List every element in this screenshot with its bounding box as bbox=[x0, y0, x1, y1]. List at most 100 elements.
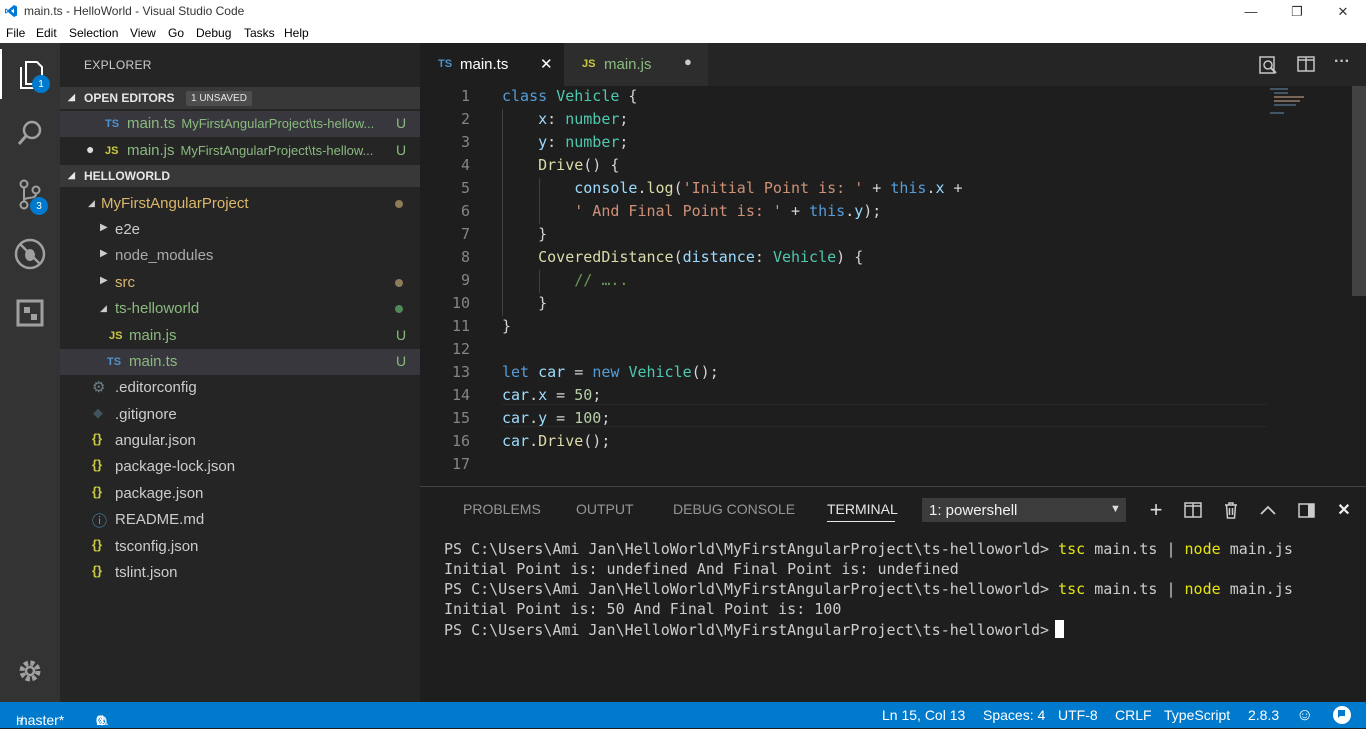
line-number: 2 bbox=[460, 110, 470, 128]
terminal-prompt: PS C:\Users\Ami Jan\HelloWorld\MyFirstAn… bbox=[444, 621, 1050, 639]
tree-item-label: e2e bbox=[115, 221, 141, 238]
close-window-icon[interactable]: ✕ bbox=[1320, 0, 1366, 23]
tree-item-label: tslint.json bbox=[115, 564, 178, 581]
terminal-output: Initial Point is: 50 And Final Point is:… bbox=[444, 600, 842, 618]
line-number: 7 bbox=[460, 225, 470, 243]
tab-problems[interactable]: PROBLEMS bbox=[463, 501, 541, 517]
workspace-label: HELLOWORLD bbox=[84, 169, 170, 183]
indentation[interactable]: Spaces: 4 bbox=[983, 707, 1045, 723]
tree-item-label: main.js bbox=[129, 327, 177, 344]
notifications-icon[interactable] bbox=[1332, 705, 1352, 728]
typescript-file-icon: TS bbox=[438, 58, 453, 70]
terminal-select[interactable]: 1: powershell ▼ bbox=[922, 498, 1126, 522]
workspace-header[interactable]: ◢ HELLOWORLD bbox=[60, 165, 420, 187]
search-activity[interactable] bbox=[0, 108, 60, 158]
tree-item-file[interactable]: ⓘ README.md bbox=[60, 507, 420, 533]
split-terminal-icon[interactable] bbox=[1182, 499, 1204, 521]
menu-file[interactable]: File bbox=[6, 26, 25, 40]
scrollbar-thumb[interactable] bbox=[1352, 86, 1366, 296]
tree-item-folder[interactable]: ◢ ts-helloworld bbox=[60, 296, 420, 322]
language-mode[interactable]: TypeScript bbox=[1164, 707, 1230, 723]
tree-item-file[interactable]: {} tsconfig.json bbox=[60, 534, 420, 560]
menu-tasks[interactable]: Tasks bbox=[244, 26, 275, 40]
cursor-position[interactable]: Ln 15, Col 13 bbox=[882, 707, 965, 723]
new-terminal-icon[interactable]: + bbox=[1145, 497, 1167, 522]
close-tab-icon[interactable]: ✕ bbox=[540, 55, 553, 73]
line-number: 17 bbox=[451, 455, 470, 473]
terminal-line[interactable]: PS C:\Users\Ami Jan\HelloWorld\MyFirstAn… bbox=[444, 620, 1065, 639]
tree-item-file[interactable]: {} tslint.json bbox=[60, 560, 420, 586]
terminal-select-value: 1: powershell bbox=[929, 502, 1018, 519]
editor-scrollbar[interactable] bbox=[1352, 86, 1366, 486]
split-editor-icon[interactable] bbox=[1297, 56, 1315, 77]
line-ending[interactable]: CRLF bbox=[1115, 707, 1152, 723]
restore-icon[interactable]: ❐ bbox=[1274, 0, 1320, 23]
menu-help[interactable]: Help bbox=[284, 26, 309, 40]
tree-item-file[interactable]: {} package-lock.json bbox=[60, 454, 420, 480]
untracked-status: U bbox=[396, 142, 407, 158]
collapsed-icon: ▶ bbox=[100, 275, 108, 286]
untracked-status: U bbox=[396, 327, 407, 343]
tree-item-folder[interactable]: ▶ src bbox=[60, 270, 420, 296]
line-number: 6 bbox=[460, 202, 470, 220]
tree-item-file[interactable]: ◆ .gitignore bbox=[60, 402, 420, 428]
line-number: 13 bbox=[451, 363, 470, 381]
tree-item-file[interactable]: ⚙ .editorconfig bbox=[60, 375, 420, 401]
open-editors-header[interactable]: ◢ OPEN EDITORS 1 UNSAVED bbox=[60, 87, 420, 109]
json-file-icon: {} bbox=[92, 484, 103, 499]
menu-debug[interactable]: Debug bbox=[196, 26, 231, 40]
menu-selection[interactable]: Selection bbox=[69, 26, 118, 40]
untracked-status: U bbox=[396, 353, 407, 369]
code-line: CoveredDistance(distance: Vehicle) { bbox=[538, 248, 864, 266]
trash-icon[interactable] bbox=[1220, 499, 1242, 521]
minimap[interactable] bbox=[1266, 86, 1352, 126]
feedback-smiley-icon[interactable]: ☺ bbox=[1296, 705, 1313, 725]
tab-output[interactable]: OUTPUT bbox=[576, 501, 634, 517]
open-editor-item[interactable]: ● JS main.js MyFirstAngularProject\ts-hel… bbox=[60, 138, 420, 164]
typescript-file-icon: TS bbox=[105, 118, 120, 130]
tree-item-label: package.json bbox=[115, 485, 204, 502]
unsaved-dot-icon[interactable]: ● bbox=[684, 54, 692, 69]
terminal-pipe: | bbox=[1166, 540, 1176, 558]
more-actions-icon[interactable]: ··· bbox=[1334, 53, 1350, 71]
tab-label: main.js bbox=[604, 56, 652, 73]
extensions-activity[interactable] bbox=[0, 288, 60, 338]
status-bar: ⑂ master* ⊗ 0 ⚠ 0 Ln 15, Col 13 Spaces: … bbox=[0, 702, 1366, 728]
tree-item-label: ts-helloworld bbox=[115, 300, 200, 317]
terminal-output: Initial Point is: undefined And Final Po… bbox=[444, 560, 959, 578]
encoding[interactable]: UTF-8 bbox=[1058, 707, 1098, 723]
code-editor[interactable]: 1 2 3 4 5 6 7 8 9 10 11 12 13 14 15 16 1… bbox=[420, 86, 1366, 486]
unsaved-badge: 1 UNSAVED bbox=[186, 91, 252, 106]
tab-debug-console[interactable]: DEBUG CONSOLE bbox=[673, 501, 795, 517]
menu-edit[interactable]: Edit bbox=[36, 26, 57, 40]
minimize-icon[interactable]: — bbox=[1228, 0, 1274, 23]
open-editor-item[interactable]: TS main.ts MyFirstAngularProject\ts-hello… bbox=[60, 111, 420, 137]
tree-item-file[interactable]: {} angular.json bbox=[60, 428, 420, 454]
active-tab-underline bbox=[827, 521, 895, 522]
explorer-activity[interactable]: 1 bbox=[0, 49, 60, 99]
explorer-title: EXPLORER bbox=[84, 58, 152, 72]
chevron-up-icon[interactable] bbox=[1257, 499, 1279, 521]
tree-item-file[interactable]: {} package.json bbox=[60, 481, 420, 507]
manage-activity[interactable] bbox=[0, 646, 60, 696]
tree-item-folder[interactable]: ◢ MyFirstAngularProject bbox=[60, 191, 420, 217]
close-panel-icon[interactable]: ✕ bbox=[1333, 499, 1355, 521]
ts-version[interactable]: 2.8.3 bbox=[1248, 707, 1279, 723]
javascript-file-icon: JS bbox=[105, 145, 119, 157]
menu-go[interactable]: Go bbox=[168, 26, 184, 40]
scm-activity[interactable]: 3 bbox=[0, 170, 60, 220]
open-changes-icon[interactable] bbox=[1258, 55, 1278, 80]
line-number: 11 bbox=[451, 317, 470, 335]
debug-activity[interactable] bbox=[0, 229, 60, 279]
tree-item-folder[interactable]: ▶ node_modules bbox=[60, 243, 420, 269]
tab-terminal[interactable]: TERMINAL bbox=[827, 501, 898, 517]
tab-main-js[interactable]: JS main.js ● bbox=[564, 43, 708, 86]
tree-item-file[interactable]: JS main.js U bbox=[60, 323, 420, 349]
terminal-arg: main.ts bbox=[1094, 580, 1158, 598]
debug-icon bbox=[14, 238, 46, 270]
tree-item-folder[interactable]: ▶ e2e bbox=[60, 217, 420, 243]
menu-view[interactable]: View bbox=[130, 26, 156, 40]
toggle-panel-position-icon[interactable] bbox=[1295, 499, 1317, 521]
tab-main-ts[interactable]: TS main.ts ✕ bbox=[420, 43, 564, 86]
tree-item-file[interactable]: TS main.ts U bbox=[60, 349, 420, 375]
